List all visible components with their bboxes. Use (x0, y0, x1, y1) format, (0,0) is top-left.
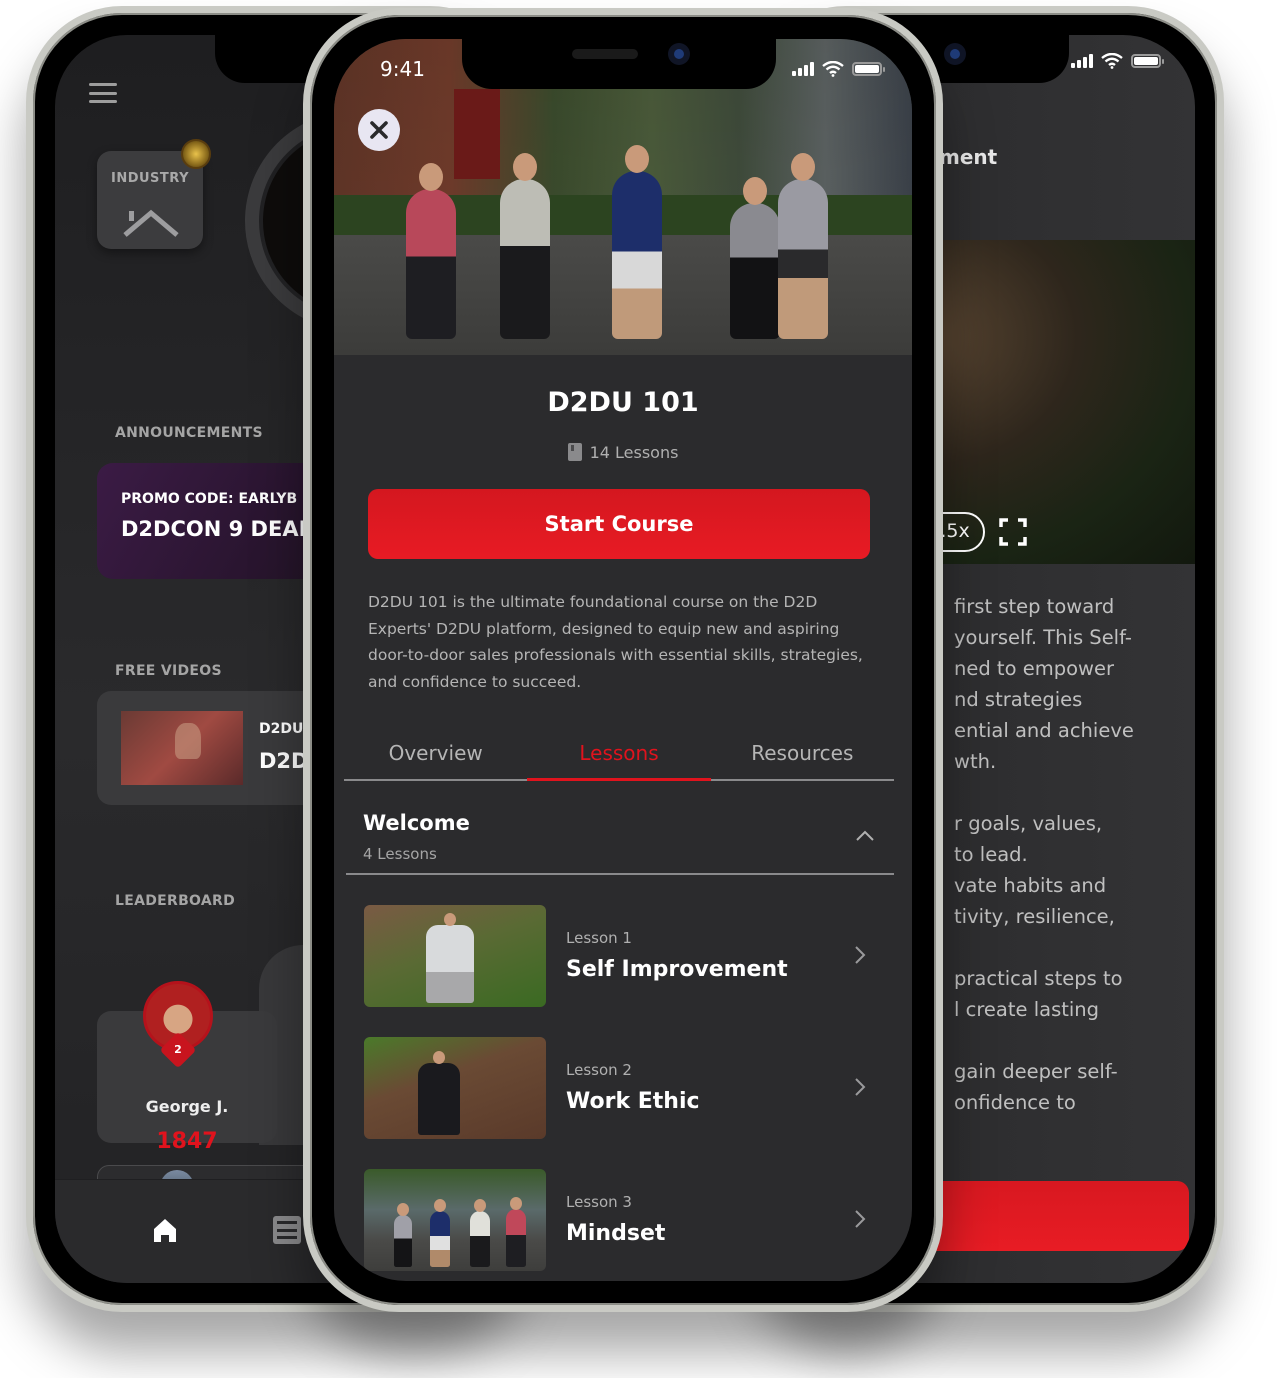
desc-paragraph: first step toward yourself. This Self- n… (954, 595, 1134, 773)
chevron-right-icon (855, 1078, 866, 1096)
lesson-thumbnail (364, 1169, 546, 1271)
lesson-title: ment (939, 145, 998, 169)
lesson-number: Lesson 1 (566, 929, 632, 947)
chevron-up-icon[interactable] (854, 825, 876, 847)
leader-score: 1847 (156, 1129, 218, 1154)
section-title: Welcome (363, 811, 470, 835)
tab-resources[interactable]: Resources (711, 733, 894, 779)
close-button[interactable] (358, 109, 400, 151)
desc-paragraph: practical steps to l create lasting (954, 967, 1123, 1021)
lesson-title: Work Ethic (566, 1089, 700, 1114)
desc-paragraph: r goals, values, to lead. vate habits an… (954, 812, 1115, 928)
hero-person (730, 177, 780, 339)
menu-icon[interactable] (89, 83, 117, 103)
book-icon (567, 443, 582, 461)
wifi-icon (1101, 53, 1123, 69)
lesson-item[interactable]: Lesson 3 Mindset (364, 1169, 874, 1273)
lesson-number: Lesson 2 (566, 1061, 632, 1079)
lesson-description: first step toward yourself. This Self- n… (954, 591, 1195, 1118)
lesson-title: Self Improvement (566, 957, 788, 982)
course-screen: 9:41 D2DU 101 14 Lessons Start Course D2… (334, 39, 912, 1281)
phone-course-screen: 9:41 D2DU 101 14 Lessons Start Course D2… (303, 8, 943, 1312)
medal-badge-icon (181, 139, 211, 169)
video-thumbnail (121, 711, 243, 785)
home-icon[interactable] (151, 1216, 179, 1244)
status-time: 9:41 (380, 57, 425, 81)
desc-paragraph: gain deeper self- onfidence to (954, 1060, 1118, 1114)
battery-icon (1131, 54, 1164, 68)
list-icon[interactable] (273, 1216, 301, 1244)
fullscreen-icon[interactable] (999, 518, 1027, 546)
close-icon (370, 121, 388, 139)
chevron-right-icon (855, 1210, 866, 1228)
camera (944, 43, 966, 65)
hero-person (406, 163, 456, 339)
battery-icon (852, 62, 885, 76)
section-header-welcome[interactable]: Welcome 4 Lessons (346, 807, 894, 875)
hero-door (454, 89, 500, 179)
hero-person (778, 153, 828, 339)
lesson-title: Mindset (566, 1221, 666, 1246)
lesson-number: Lesson 3 (566, 1193, 632, 1211)
course-title: D2DU 101 (547, 387, 699, 418)
announcements-label: ANNOUNCEMENTS (115, 425, 263, 441)
signal-icon (792, 62, 814, 76)
lesson-thumbnail (364, 1037, 546, 1139)
lesson-thumbnail (364, 905, 546, 1007)
start-course-button[interactable]: Start Course (368, 489, 870, 559)
course-tabs: Overview Lessons Resources (344, 733, 894, 781)
lesson-item[interactable]: Lesson 1 Self Improvement (364, 905, 874, 1009)
video-subtitle: D2DU (259, 721, 304, 737)
hero-person (500, 153, 550, 339)
course-description: D2DU 101 is the ultimate foundational co… (368, 593, 863, 691)
hero-person (612, 145, 662, 339)
lesson-item[interactable]: Lesson 2 Work Ethic (364, 1037, 874, 1141)
status-bar (792, 61, 885, 77)
industry-label: INDUSTRY (110, 171, 189, 186)
status-bar (1071, 53, 1164, 69)
course-lesson-count: 14 Lessons (334, 443, 912, 462)
section-lesson-count: 4 Lessons (363, 845, 437, 863)
house-roof-icon (123, 209, 179, 237)
free-videos-label: FREE VIDEOS (115, 663, 222, 679)
tab-lessons[interactable]: Lessons (527, 733, 711, 781)
rank-badge: 2 (159, 1031, 197, 1069)
leader-name: George J. (145, 1097, 229, 1116)
tab-overview[interactable]: Overview (344, 733, 527, 779)
notch (462, 39, 776, 89)
signal-icon (1071, 54, 1093, 68)
leaderboard-label: LEADERBOARD (115, 893, 236, 909)
chevron-right-icon (855, 946, 866, 964)
wifi-icon (822, 61, 844, 77)
